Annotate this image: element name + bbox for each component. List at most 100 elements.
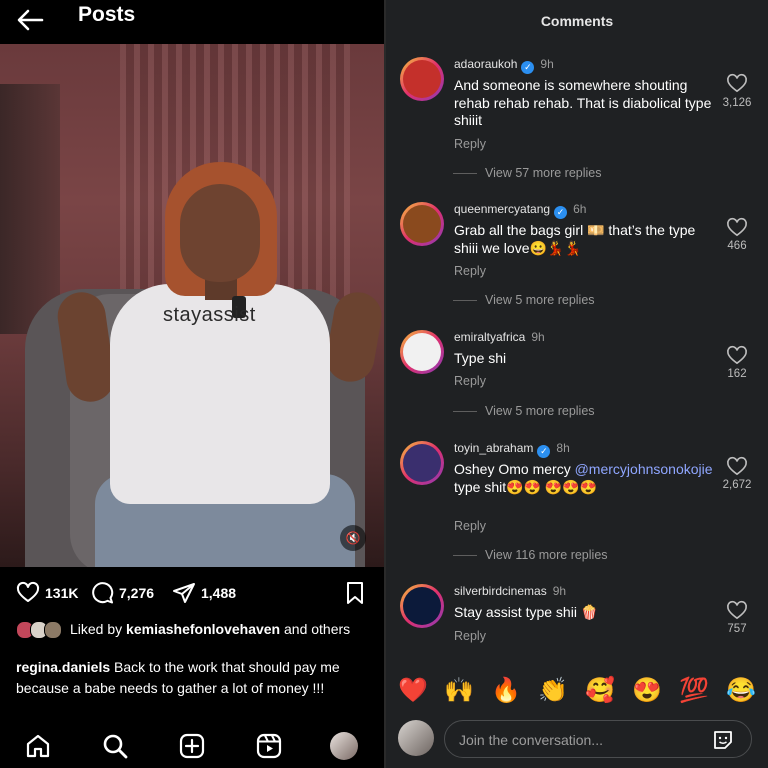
back-arrow-icon[interactable] — [16, 8, 44, 32]
comment-time: 6h — [573, 202, 587, 216]
reply-button[interactable]: Reply — [454, 264, 486, 278]
comment-action[interactable]: 7,276 — [90, 580, 154, 606]
page-title: Posts — [78, 3, 136, 26]
comment-text: And someone is somewhere shouting rehab … — [454, 77, 712, 128]
username-text: toyin_abraham — [454, 441, 534, 455]
sticker-icon[interactable] — [711, 728, 735, 752]
person-face — [180, 184, 260, 282]
comment-like-count: 2,672 — [722, 479, 752, 491]
post-caption: regina.daniels Back to the work that sho… — [16, 657, 368, 699]
comment-like-count: 466 — [727, 240, 747, 252]
avatar-image — [403, 333, 441, 371]
comment-time: 9h — [540, 57, 554, 71]
comment-input-placeholder: Join the conversation... — [459, 732, 603, 748]
comment-text: Stay assist type shii 🍿 — [454, 604, 599, 620]
profile-avatar[interactable] — [330, 732, 358, 760]
emoji-heart[interactable]: ❤️ — [398, 676, 428, 706]
heart-icon[interactable] — [726, 73, 748, 93]
bookmark-icon — [347, 582, 363, 604]
comment-username[interactable]: emiraltyafrica 9h — [454, 330, 545, 344]
liker-avatars — [16, 621, 70, 640]
comment-count: 7,276 — [119, 585, 155, 601]
avatar[interactable] — [400, 330, 444, 374]
emoji-smiling-hearts[interactable]: 🥰 — [585, 676, 615, 706]
liked-by-suffix: and others — [280, 621, 351, 637]
share-count: 1,488 — [201, 585, 237, 601]
comment-time: 9h — [552, 584, 567, 598]
reply-button[interactable]: Reply — [454, 629, 486, 643]
username-text: adaoraukoh — [454, 57, 518, 71]
reply-button[interactable]: Reply — [454, 374, 486, 388]
reply-button[interactable]: Reply — [454, 519, 486, 533]
emoji-raised-hands[interactable]: 🙌 — [444, 676, 474, 706]
comment-username[interactable]: silverbirdcinemas 9h — [454, 584, 566, 598]
comment-bubble-icon — [92, 582, 114, 604]
search-icon — [103, 734, 128, 759]
comment-like-count: 3,126 — [722, 97, 752, 109]
avatar[interactable] — [400, 57, 444, 101]
comment-text-part: Oshey Omo mercy — [454, 461, 575, 477]
heart-icon[interactable] — [726, 456, 748, 476]
comment-composer: Join the conversation... — [386, 714, 768, 768]
comment-username[interactable]: queenmercyatang ✓ 6h — [454, 202, 586, 219]
comments-pane: Comments adaoraukoh ✓ 9h And someone is so… — [386, 0, 768, 768]
avatar-image — [403, 60, 441, 98]
shirt-logo-text: stayassist — [163, 304, 256, 326]
reply-button[interactable]: Reply — [454, 137, 486, 151]
avatar[interactable] — [400, 584, 444, 628]
nav-search[interactable] — [101, 732, 129, 760]
caption-username[interactable]: regina.daniels — [16, 659, 110, 675]
avatar-image — [403, 205, 441, 243]
comment-username[interactable]: adaoraukoh ✓ 9h — [454, 57, 554, 74]
view-more-replies[interactable]: View 57 more replies — [485, 166, 602, 180]
view-more-replies[interactable]: View 5 more replies — [485, 293, 595, 307]
save-action[interactable] — [343, 580, 367, 606]
heart-icon[interactable] — [726, 217, 748, 237]
comment-text: Oshey Omo mercy @mercyjohnsonokojie type… — [454, 461, 716, 496]
comment-text: Type shi — [454, 350, 507, 366]
nav-home[interactable] — [24, 732, 52, 760]
emoji-hundred[interactable]: 💯 — [679, 676, 709, 706]
avatar-image — [403, 587, 441, 625]
heart-icon[interactable] — [726, 600, 748, 620]
post-video[interactable]: stayassist 🔇 — [0, 44, 384, 567]
background-window — [0, 84, 60, 334]
emoji-heart-eyes[interactable]: 😍 — [632, 676, 662, 706]
username-text: silverbirdcinemas — [454, 584, 547, 598]
like-count: 131K — [45, 585, 79, 601]
comment-time: 8h — [556, 441, 570, 455]
like-action[interactable]: 131K — [16, 580, 78, 606]
heart-icon[interactable] — [726, 345, 748, 365]
nav-reels[interactable] — [255, 732, 283, 760]
mention-link[interactable]: @mercyjohnsonokojie — [575, 461, 713, 477]
view-more-replies[interactable]: View 5 more replies — [485, 404, 595, 418]
comment-username[interactable]: toyin_abraham ✓ 8h — [454, 441, 570, 458]
speaker-muted-icon[interactable]: 🔇 — [340, 525, 366, 551]
post-pane: Posts stayassist 🔇 131K 7,276 1,488 Like… — [0, 0, 384, 768]
nav-create[interactable] — [178, 732, 206, 760]
view-more-replies[interactable]: View 116 more replies — [485, 548, 608, 562]
heart-icon — [16, 581, 40, 602]
post-header: Posts — [0, 0, 384, 44]
verified-badge-icon: ✓ — [521, 61, 535, 74]
reels-icon — [256, 733, 282, 759]
username-text: queenmercyatang — [454, 202, 551, 216]
liked-by-user[interactable]: kemiashefonlovehaven — [126, 621, 280, 637]
avatar-image — [403, 444, 441, 482]
emoji-fire[interactable]: 🔥 — [491, 676, 521, 706]
user-avatar — [398, 720, 434, 756]
liked-by-prefix: Liked by — [70, 621, 127, 637]
avatar[interactable] — [400, 202, 444, 246]
verified-badge-icon: ✓ — [537, 445, 551, 458]
add-post-icon — [179, 733, 205, 759]
avatar[interactable] — [400, 441, 444, 485]
avatar — [44, 621, 62, 640]
username-text: emiraltyafrica — [454, 330, 526, 344]
emoji-tears-of-joy[interactable]: 😂 — [726, 676, 756, 706]
comment-input[interactable]: Join the conversation... — [444, 720, 752, 758]
share-action[interactable]: 1,488 — [172, 580, 236, 606]
comments-title: Comments — [540, 13, 614, 29]
comment-text: Grab all the bags girl 💴 that’s the type… — [454, 222, 696, 256]
post-actions: 131K 7,276 1,488 — [0, 578, 384, 608]
emoji-clap[interactable]: 👏 — [538, 676, 568, 706]
